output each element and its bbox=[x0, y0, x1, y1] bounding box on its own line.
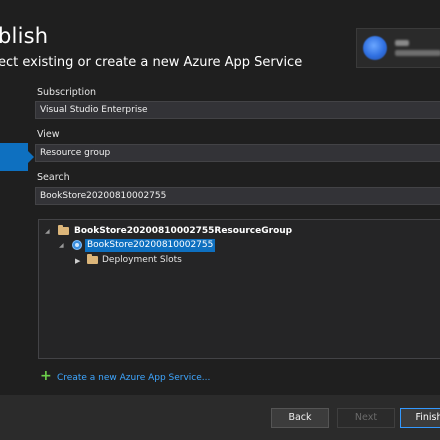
resource-tree: ◢ BookStore20200810002755ResourceGroup ◢… bbox=[38, 219, 440, 359]
dialog-title: blish bbox=[0, 24, 49, 48]
account-email-blurred bbox=[395, 50, 440, 56]
subscription-dropdown[interactable]: Visual Studio Enterprise bbox=[35, 101, 440, 119]
finish-button[interactable]: Finish bbox=[400, 408, 440, 428]
back-button[interactable]: Back bbox=[271, 408, 329, 428]
app-service-icon bbox=[72, 240, 82, 250]
expanded-triangle-icon[interactable]: ◢ bbox=[59, 242, 64, 249]
folder-icon bbox=[87, 254, 98, 264]
collapsed-triangle-icon[interactable]: ▶ bbox=[75, 257, 80, 265]
expanded-triangle-icon[interactable]: ◢ bbox=[45, 228, 50, 235]
tree-row-resource-group[interactable]: ◢ BookStore20200810002755ResourceGroup bbox=[45, 225, 345, 239]
resource-group-label: BookStore20200810002755ResourceGroup bbox=[74, 226, 293, 236]
dialog-subtitle: ect existing or create a new Azure App S… bbox=[0, 55, 303, 70]
sidebar-selected-step[interactable] bbox=[0, 143, 34, 171]
plus-icon[interactable]: + bbox=[40, 369, 52, 383]
deployment-slots-label: Deployment Slots bbox=[102, 255, 182, 265]
search-label: Search bbox=[37, 172, 70, 183]
subscription-label: Subscription bbox=[37, 87, 97, 98]
create-app-service-link[interactable]: Create a new Azure App Service... bbox=[57, 373, 210, 383]
folder-icon bbox=[58, 225, 69, 235]
account-badge[interactable] bbox=[356, 28, 440, 68]
view-label: View bbox=[37, 129, 60, 140]
view-dropdown[interactable]: Resource group bbox=[35, 144, 440, 162]
account-name-blurred bbox=[395, 40, 409, 46]
next-button[interactable]: Next bbox=[337, 408, 395, 428]
tree-row-deployment-slots[interactable]: ▶ Deployment Slots bbox=[75, 254, 225, 268]
search-input[interactable]: BookStore20200810002755 bbox=[35, 187, 440, 205]
app-service-label: BookStore20200810002755 bbox=[85, 239, 216, 252]
account-avatar bbox=[363, 36, 387, 60]
tree-row-app-service[interactable]: ◢ BookStore20200810002755 bbox=[59, 239, 259, 253]
